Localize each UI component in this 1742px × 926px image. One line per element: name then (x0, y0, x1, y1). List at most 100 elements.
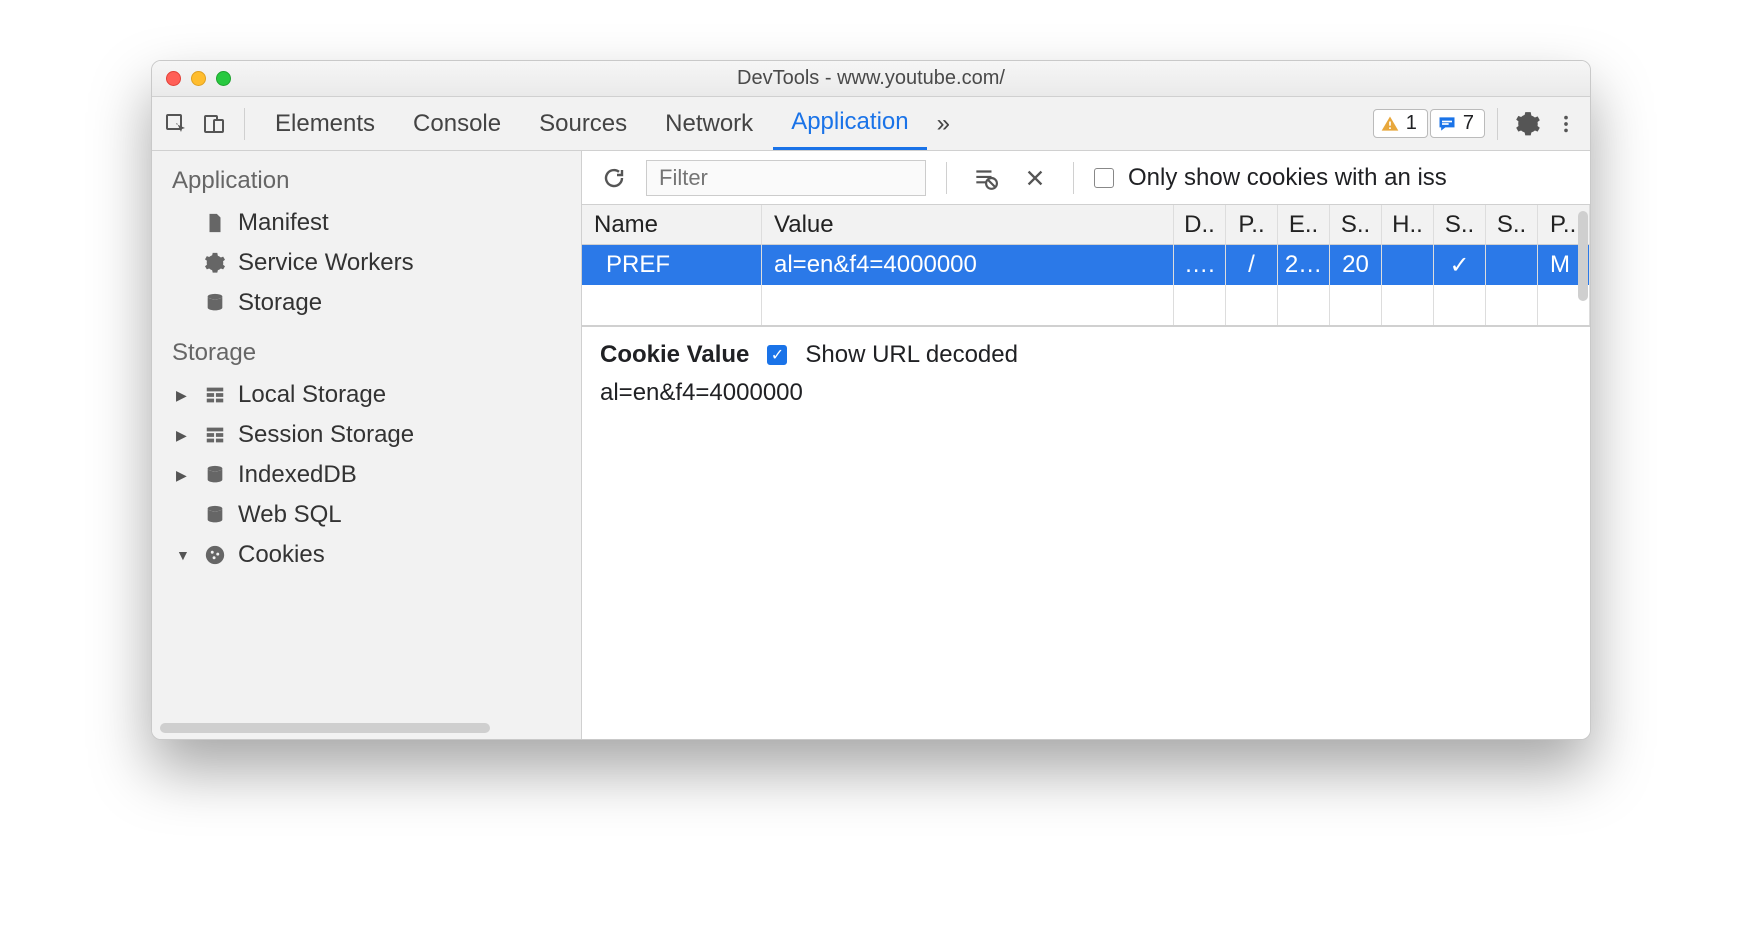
tab-console[interactable]: Console (395, 97, 519, 150)
database-icon (204, 504, 226, 526)
gear-icon (204, 252, 226, 274)
separator (1073, 162, 1074, 194)
col-domain[interactable]: D.. (1174, 205, 1226, 245)
tab-label: Application (791, 108, 908, 136)
cell-path: / (1226, 245, 1278, 285)
cell-secure: ✓ (1434, 245, 1486, 285)
close-icon (1024, 167, 1046, 189)
fullscreen-window-button[interactable] (216, 71, 231, 86)
chevron-right-icon: ▶ (176, 387, 187, 404)
chevron-right-icon: ▶ (176, 427, 187, 444)
only-issues-checkbox[interactable] (1094, 168, 1114, 188)
url-decoded-checkbox[interactable]: ✓ (767, 345, 787, 365)
table-row-empty (582, 285, 1590, 325)
tab-sources[interactable]: Sources (521, 97, 645, 150)
detail-heading: Cookie Value (600, 341, 749, 369)
sidebar-item-label: IndexedDB (238, 461, 357, 489)
file-icon (204, 212, 226, 234)
msg-count: 7 (1463, 112, 1474, 135)
tab-label: Network (665, 110, 753, 138)
sidebar-item-local-storage[interactable]: ▶ Local Storage (152, 375, 581, 415)
table-row[interactable]: PREF al=en&f4=4000000 …. / 2… 20 ✓ M (582, 245, 1590, 285)
clear-all-button[interactable] (967, 160, 1003, 196)
chevron-right-icon: ▶ (176, 467, 187, 484)
table-icon (204, 384, 226, 406)
application-sidebar: Application Manifest Service Workers Sto… (152, 151, 582, 739)
col-size[interactable]: S.. (1330, 205, 1382, 245)
refresh-icon (602, 166, 626, 190)
inspect-element-button[interactable] (158, 106, 194, 142)
devtools-toolbar: Elements Console Sources Network Applica… (152, 97, 1590, 151)
sidebar-item-indexeddb[interactable]: ▶ IndexedDB (152, 455, 581, 495)
window-title: DevTools - www.youtube.com/ (152, 67, 1590, 90)
col-path[interactable]: P.. (1226, 205, 1278, 245)
col-expires[interactable]: E.. (1278, 205, 1330, 245)
warn-count: 1 (1406, 112, 1417, 135)
tab-label: Sources (539, 110, 627, 138)
tab-application[interactable]: Application (773, 97, 926, 150)
message-icon (1437, 114, 1457, 134)
refresh-button[interactable] (596, 160, 632, 196)
titlebar: DevTools - www.youtube.com/ (152, 61, 1590, 97)
col-samesite[interactable]: S.. (1486, 205, 1538, 245)
close-window-button[interactable] (166, 71, 181, 86)
col-secure[interactable]: S.. (1434, 205, 1486, 245)
sidebar-item-manifest[interactable]: Manifest (152, 203, 581, 243)
window-controls (166, 71, 231, 86)
sidebar-item-websql[interactable]: Web SQL (152, 495, 581, 535)
cookies-table: Name Value D.. P.. E.. S.. H.. S.. S.. P… (582, 205, 1590, 325)
table-header-row: Name Value D.. P.. E.. S.. H.. S.. S.. P… (582, 205, 1590, 245)
clear-list-icon (972, 165, 998, 191)
cookies-pane: Only show cookies with an iss Name Value… (582, 151, 1590, 739)
col-name[interactable]: Name (582, 205, 762, 245)
sidebar-item-service-workers[interactable]: Service Workers (152, 243, 581, 283)
more-tabs-button[interactable]: » (929, 97, 958, 150)
tab-elements[interactable]: Elements (257, 97, 393, 150)
more-vert-icon (1555, 113, 1577, 135)
cookie-icon (204, 544, 226, 566)
tab-network[interactable]: Network (647, 97, 771, 150)
sidebar-horizontal-scrollbar[interactable] (160, 723, 490, 733)
cookies-toolbar: Only show cookies with an iss (582, 151, 1590, 205)
sidebar-item-label: Session Storage (238, 421, 414, 449)
warning-icon (1380, 114, 1400, 134)
sidebar-item-label: Cookies (238, 541, 325, 569)
minimize-window-button[interactable] (191, 71, 206, 86)
cell-httponly (1382, 245, 1434, 285)
cell-domain: …. (1174, 245, 1226, 285)
sidebar-item-session-storage[interactable]: ▶ Session Storage (152, 415, 581, 455)
messages-badge[interactable]: 7 (1430, 109, 1485, 138)
kebab-menu-button[interactable] (1548, 106, 1584, 142)
cookie-value-text: al=en&f4=4000000 (600, 379, 1572, 407)
filter-input[interactable] (646, 160, 926, 196)
sidebar-item-label: Local Storage (238, 381, 386, 409)
col-httponly[interactable]: H.. (1382, 205, 1434, 245)
col-value[interactable]: Value (762, 205, 1174, 245)
sidebar-item-cookies[interactable]: ▼ Cookies (152, 535, 581, 575)
separator (1497, 108, 1498, 140)
database-icon (204, 464, 226, 486)
separator (244, 108, 245, 140)
cell-expires: 2… (1278, 245, 1330, 285)
tab-label: Console (413, 110, 501, 138)
chevron-down-icon: ▼ (176, 547, 190, 563)
warnings-badge[interactable]: 1 (1373, 109, 1428, 138)
gear-icon (1515, 111, 1541, 137)
sidebar-item-storage-summary[interactable]: Storage (152, 283, 581, 323)
more-glyph: » (937, 110, 950, 138)
cell-value: al=en&f4=4000000 (762, 245, 1174, 285)
sidebar-item-label: Web SQL (238, 501, 342, 529)
section-storage: Storage (152, 323, 581, 375)
device-toolbar-button[interactable] (196, 106, 232, 142)
sidebar-item-label: Service Workers (238, 249, 414, 277)
separator (946, 162, 947, 194)
url-decoded-label: Show URL decoded (805, 341, 1018, 369)
main-vertical-scrollbar[interactable] (1578, 211, 1588, 301)
database-icon (204, 292, 226, 314)
only-issues-label: Only show cookies with an iss (1128, 164, 1447, 192)
delete-selected-button[interactable] (1017, 160, 1053, 196)
settings-button[interactable] (1510, 106, 1546, 142)
devtools-window: DevTools - www.youtube.com/ Elements Con… (151, 60, 1591, 740)
cell-name: PREF (582, 245, 762, 285)
sidebar-item-label: Manifest (238, 209, 329, 237)
